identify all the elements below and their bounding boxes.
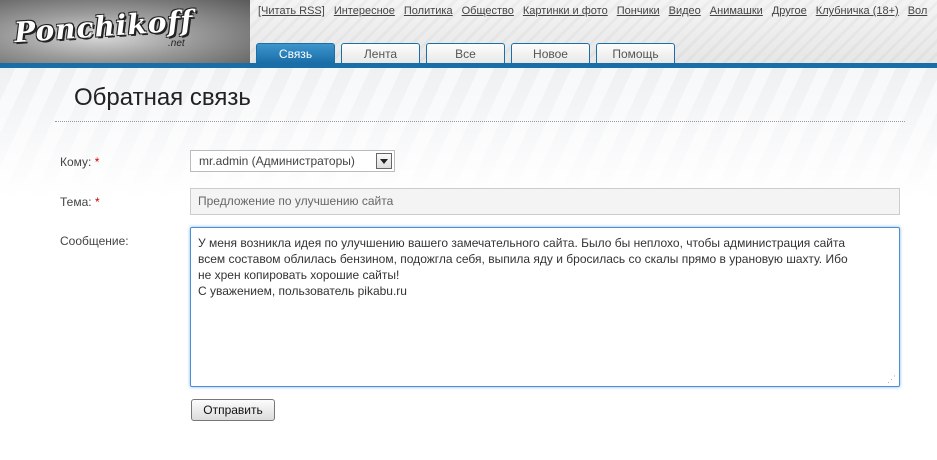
recipient-selected-value: mr.admin (Администраторы) xyxy=(199,154,355,168)
message-line: У меня возникла идея по улучшению вашего… xyxy=(198,236,846,250)
message-line: С уважением, пользователь pikabu.ru xyxy=(198,284,407,298)
to-label: Кому: * xyxy=(60,155,100,169)
nav-link-truncated[interactable]: Вол xyxy=(908,5,928,17)
resize-grip-icon[interactable]: ⋰ xyxy=(887,375,896,384)
required-marker: * xyxy=(94,195,100,209)
tab-feedback[interactable]: Связь xyxy=(256,43,335,63)
nav-link-ponchiki[interactable]: Пончики xyxy=(617,5,660,17)
top-navigation: [Читать RSS] Интересное Политика Общество Ка… xyxy=(258,5,936,17)
nav-link-rss[interactable]: [Читать RSS] xyxy=(258,5,325,17)
message-line: всем составом облилась бензином, подожгл… xyxy=(198,252,848,266)
title-divider xyxy=(55,121,905,122)
recipient-select[interactable]: mr.admin (Администраторы) xyxy=(190,150,395,172)
tab-help[interactable]: Помощь xyxy=(596,43,675,63)
chevron-down-icon[interactable] xyxy=(376,153,392,169)
subject-input[interactable]: Предложение по улучшению сайта xyxy=(190,188,900,215)
logo-suffix: .net xyxy=(168,38,185,49)
tab-feed[interactable]: Лента xyxy=(341,43,420,63)
subject-label: Тема: * xyxy=(60,195,100,209)
message-textarea[interactable]: У меня возникла идея по улучшению вашего… xyxy=(190,227,900,387)
nav-link-politics[interactable]: Политика xyxy=(404,5,453,17)
main-tabs: Связь Лента Все Новое Помощь xyxy=(256,43,675,63)
nav-link-other[interactable]: Другое xyxy=(772,5,807,17)
nav-link-animations[interactable]: Анимашки xyxy=(710,5,763,17)
message-label: Сообщение: xyxy=(60,234,129,248)
submit-button[interactable]: Отправить xyxy=(191,399,275,421)
nav-link-interesting[interactable]: Интересное xyxy=(334,5,395,17)
required-marker: * xyxy=(94,155,100,169)
message-line: не хрен копировать хорошие сайты! xyxy=(198,268,400,282)
tab-new[interactable]: Новое xyxy=(511,43,590,63)
tab-all[interactable]: Все xyxy=(426,43,505,63)
site-logo[interactable]: Ponchikoff .net xyxy=(0,0,250,66)
nav-link-strawberry[interactable]: Клубничка (18+) xyxy=(816,5,899,17)
nav-link-society[interactable]: Общество xyxy=(462,5,514,17)
nav-link-video[interactable]: Видео xyxy=(669,5,701,17)
page-title: Обратная связь xyxy=(74,84,251,111)
nav-link-pictures[interactable]: Картинки и фото xyxy=(523,5,608,17)
